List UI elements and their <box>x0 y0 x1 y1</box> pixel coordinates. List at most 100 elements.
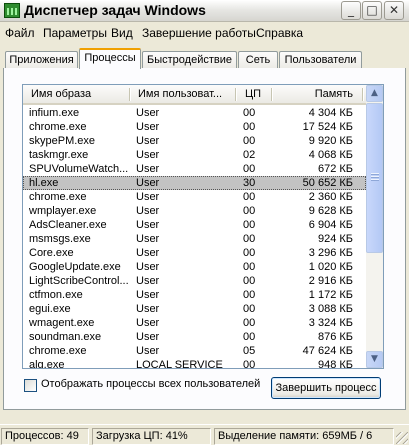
column-image-name[interactable]: Имя образа <box>31 85 131 103</box>
table-row[interactable]: chrome.exe User 00 17 524 КБ <box>23 120 366 134</box>
tab-users[interactable]: Пользователи <box>279 51 362 69</box>
process-cpu: 00 <box>243 289 256 301</box>
process-user: User <box>136 345 160 357</box>
scrollbar-thumb[interactable] <box>366 103 383 253</box>
menu-shutdown[interactable]: Завершение работы <box>142 26 256 40</box>
table-row-selected[interactable]: hl.exe User 30 50 652 КБ <box>23 176 366 190</box>
column-separator[interactable] <box>362 88 363 101</box>
column-cpu[interactable]: ЦП <box>245 85 269 103</box>
process-user: User <box>136 317 160 329</box>
scroll-down-icon[interactable]: ▼ <box>366 351 383 368</box>
process-name: chrome.exe <box>29 121 87 133</box>
table-row[interactable]: alg.exe LOCAL SERVICE 00 948 КБ <box>23 358 366 369</box>
title-bar[interactable]: Диспетчер задач Windows _ □ ✕ <box>0 0 409 22</box>
process-memory: 924 КБ <box>317 233 353 245</box>
status-cpu-usage: Загрузка ЦП: 41% <box>92 428 211 445</box>
process-name: ctfmon.exe <box>29 289 83 301</box>
column-separator[interactable] <box>271 88 272 101</box>
scroll-up-icon[interactable]: ▲ <box>366 85 383 102</box>
table-row[interactable]: AdsCleaner.exe User 00 6 904 КБ <box>23 218 366 232</box>
close-button[interactable]: ✕ <box>384 1 404 20</box>
process-name: chrome.exe <box>29 345 87 357</box>
table-row[interactable]: wmplayer.exe User 00 9 628 КБ <box>23 204 366 218</box>
process-name: AdsCleaner.exe <box>29 219 107 231</box>
process-name: egui.exe <box>29 303 71 315</box>
process-memory: 3 324 КБ <box>308 317 353 329</box>
tab-network[interactable]: Сеть <box>238 51 278 69</box>
maximize-button[interactable]: □ <box>362 1 382 20</box>
process-name: SPUVolumeWatch... <box>29 163 129 175</box>
show-all-users-checkbox[interactable] <box>24 379 37 392</box>
tab-applications[interactable]: Приложения <box>5 51 78 69</box>
minimize-button[interactable]: _ <box>341 1 361 20</box>
menu-file[interactable]: Файл <box>5 26 35 40</box>
column-memory[interactable]: Память <box>275 85 353 103</box>
process-memory: 672 КБ <box>317 163 353 175</box>
process-name: skypePM.exe <box>29 135 96 147</box>
vertical-scrollbar[interactable]: ▲ ▼ <box>366 85 383 368</box>
process-memory: 3 088 КБ <box>308 303 353 315</box>
table-row[interactable]: LightScribeControl... User 00 2 916 КБ <box>23 274 366 288</box>
table-row[interactable]: soundman.exe User 00 876 КБ <box>23 330 366 344</box>
process-name: msmsgs.exe <box>29 233 91 245</box>
resize-grip-icon[interactable] <box>396 432 408 444</box>
process-cpu: 00 <box>243 233 256 245</box>
column-separator[interactable] <box>235 88 236 101</box>
show-all-users-label[interactable]: Отображать процессы всех пользователей <box>41 378 260 390</box>
process-cpu: 00 <box>243 331 256 343</box>
menu-help[interactable]: Справка <box>256 26 303 40</box>
process-user: User <box>136 149 160 161</box>
process-user: User <box>136 205 160 217</box>
process-memory: 876 КБ <box>317 331 353 343</box>
task-manager-app-icon <box>4 3 20 18</box>
table-row[interactable]: Core.exe User 00 3 296 КБ <box>23 246 366 260</box>
process-cpu: 00 <box>243 107 256 119</box>
process-user: User <box>136 247 160 259</box>
process-user: LOCAL SERVICE <box>136 359 223 369</box>
table-row[interactable]: egui.exe User 00 3 088 КБ <box>23 302 366 316</box>
table-row[interactable]: GoogleUpdate.exe User 00 1 020 КБ <box>23 260 366 274</box>
window-title: Диспетчер задач Windows <box>24 2 206 18</box>
process-memory: 6 904 КБ <box>308 219 353 231</box>
status-commit-charge: Выделение памяти: 659МБ / 6 <box>214 428 394 445</box>
table-row[interactable]: skypePM.exe User 00 9 920 КБ <box>23 134 366 148</box>
table-row[interactable]: chrome.exe User 00 2 360 КБ <box>23 190 366 204</box>
process-memory: 1 172 КБ <box>308 289 353 301</box>
process-memory: 3 296 КБ <box>308 247 353 259</box>
table-row[interactable]: chrome.exe User 05 47 624 КБ <box>23 344 366 358</box>
table-row[interactable]: wmagent.exe User 00 3 324 КБ <box>23 316 366 330</box>
tab-performance[interactable]: Быстродействие <box>142 51 237 69</box>
process-cpu: 00 <box>243 275 256 287</box>
process-memory: 2 360 КБ <box>308 191 353 203</box>
process-cpu: 00 <box>243 135 256 147</box>
process-memory: 9 628 КБ <box>308 205 353 217</box>
process-name: soundman.exe <box>29 331 102 343</box>
column-user-name[interactable]: Имя пользоват... <box>138 85 234 103</box>
table-row[interactable]: infium.exe User 00 4 304 КБ <box>23 106 366 120</box>
tab-processes[interactable]: Процессы <box>79 48 141 69</box>
column-separator[interactable] <box>129 88 130 101</box>
process-user: User <box>136 107 160 119</box>
process-cpu: 00 <box>243 303 256 315</box>
process-cpu: 00 <box>243 317 256 329</box>
end-process-button[interactable]: Завершить процесс <box>271 377 381 399</box>
process-name: chrome.exe <box>29 191 87 203</box>
process-memory: 9 920 КБ <box>308 135 353 147</box>
process-cpu: 00 <box>243 121 256 133</box>
table-row[interactable]: taskmgr.exe User 02 4 068 КБ <box>23 148 366 162</box>
process-name: infium.exe <box>29 107 80 119</box>
process-name: wmplayer.exe <box>29 205 97 217</box>
process-user: User <box>136 289 160 301</box>
status-process-count: Процессов: 49 <box>1 428 89 445</box>
menu-view[interactable]: Вид <box>111 26 133 40</box>
process-list[interactable]: Имя образа Имя пользоват... ЦП Память in… <box>22 84 384 369</box>
table-row[interactable]: msmsgs.exe User 00 924 КБ <box>23 232 366 246</box>
process-cpu: 00 <box>243 205 256 217</box>
process-cpu: 00 <box>243 163 256 175</box>
process-cpu: 00 <box>243 359 256 369</box>
table-row[interactable]: ctfmon.exe User 00 1 172 КБ <box>23 288 366 302</box>
table-row[interactable]: SPUVolumeWatch... User 00 672 КБ <box>23 162 366 176</box>
menu-bar: Файл Параметры Вид Завершение работы Спр… <box>0 22 409 42</box>
menu-options[interactable]: Параметры <box>43 26 107 40</box>
process-user: User <box>136 135 160 147</box>
